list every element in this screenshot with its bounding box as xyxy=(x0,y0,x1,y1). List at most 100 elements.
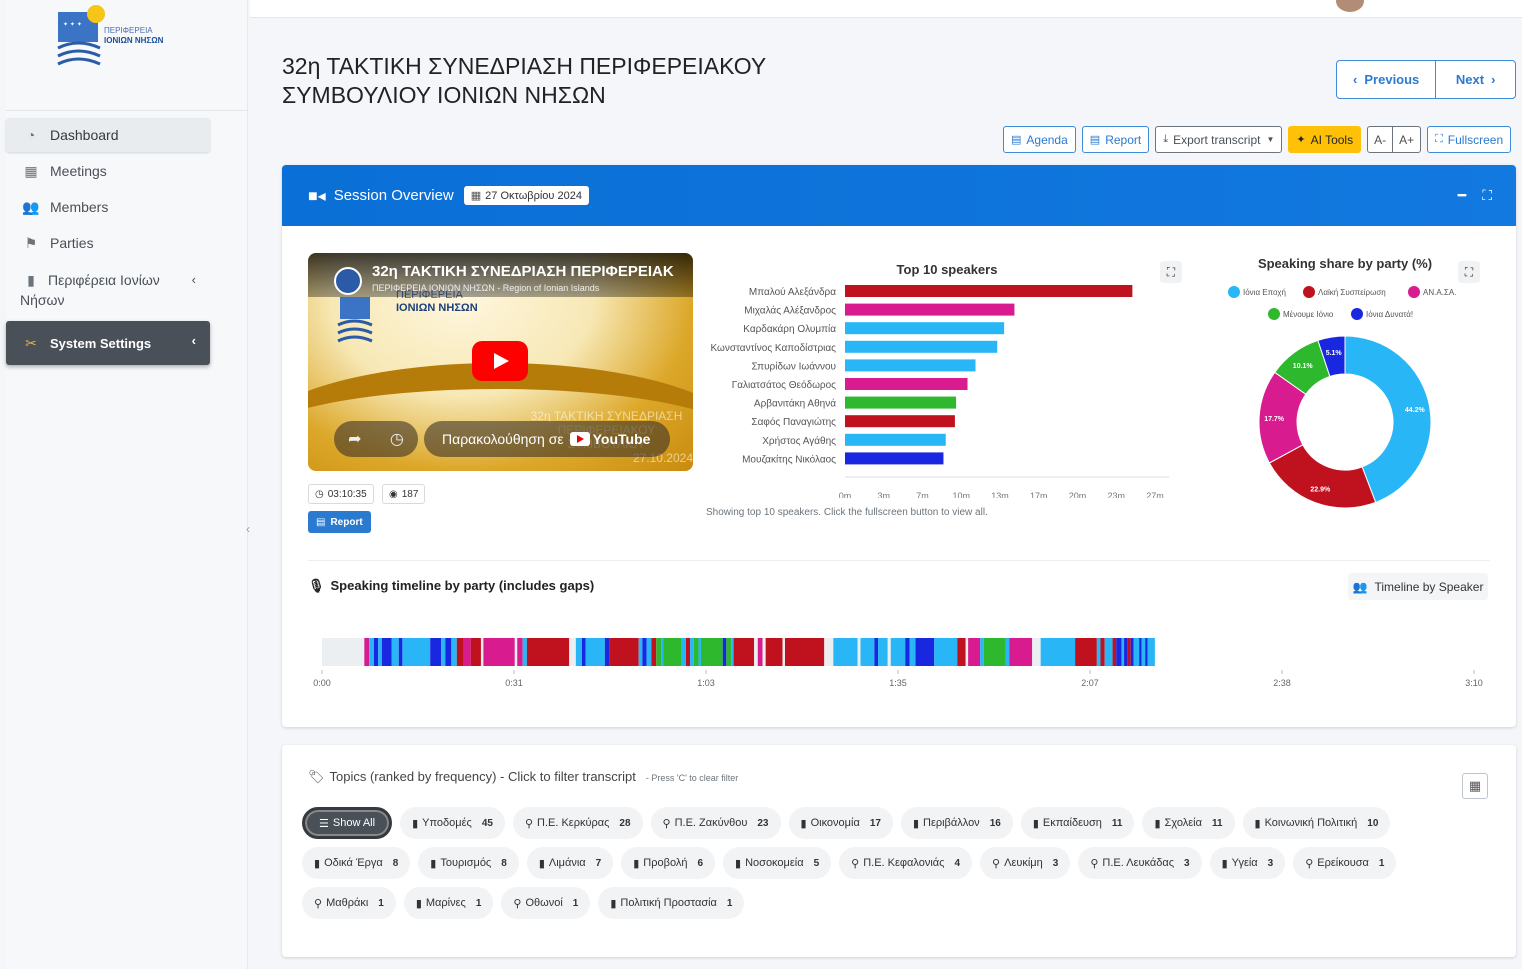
chip-label: Π.Ε. Λευκάδας xyxy=(1102,857,1175,869)
channel-avatar[interactable] xyxy=(334,267,362,295)
ai-tools-label: AI Tools xyxy=(1310,132,1354,147)
logo-line-1: ΠΕΡΙΦΕΡΕΙΑ xyxy=(104,26,153,35)
timeline-by-speaker-button[interactable]: 👥 Timeline by Speaker xyxy=(1348,573,1488,600)
duration-value: 03:10:35 xyxy=(327,488,367,500)
timeline-segment xyxy=(480,638,484,666)
video-report-button[interactable]: ▤ Report xyxy=(308,511,371,533)
sidebar-item-members[interactable]: 👥 Members xyxy=(6,190,210,224)
topic-chip[interactable]: ▮ Οδικά Έργα 8 xyxy=(302,847,411,879)
topic-chip[interactable]: ⚲ Π.Ε. Λευκάδας 3 xyxy=(1078,847,1202,879)
chip-label: Σχολεία xyxy=(1164,817,1202,829)
topic-chip[interactable]: ▮ Πολιτική Προστασία 1 xyxy=(598,887,745,919)
chip-count: 11 xyxy=(1111,817,1123,829)
slice-label: 17.7% xyxy=(1264,416,1285,423)
session-overview-title: Session Overview xyxy=(333,187,454,204)
bookmark-icon: ▮ xyxy=(633,857,640,870)
top-navbar xyxy=(250,0,1522,18)
clock-icon[interactable]: ◷ xyxy=(390,429,404,449)
chip-count: 10 xyxy=(1367,817,1379,829)
sidebar-item-system-settings[interactable]: ✂ System Settings ‹ xyxy=(6,321,210,365)
timeline-segment xyxy=(681,638,686,666)
topic-chip[interactable]: ⚲ Π.Ε. Κεφαλονιάς 4 xyxy=(839,847,973,879)
chip-count: 3 xyxy=(1267,857,1274,869)
topic-chip[interactable]: ▮ Κοινωνική Πολιτική 10 xyxy=(1242,807,1391,839)
timeline-segment xyxy=(957,638,966,666)
dashboard-icon: ◔ xyxy=(26,127,36,143)
video-embed[interactable]: ΠΕΡΙΦΕΡΕΙΑ ΙΟΝΙΩΝ ΝΗΣΩΝ 32η ΤΑΚΤΙΚΗ ΣΥΝΕ… xyxy=(308,253,693,471)
topic-chip[interactable]: ⚲ Οθωνοί 1 xyxy=(501,887,591,919)
topic-chip[interactable]: ▮ Λιμάνια 7 xyxy=(526,847,614,879)
timeline-segment xyxy=(663,638,682,666)
timeline-segment xyxy=(685,638,691,666)
views-badge: ◉ 187 xyxy=(382,484,426,504)
timeline-segment xyxy=(651,638,657,666)
sidebar-item-parties[interactable]: ⚑ Parties xyxy=(6,226,210,260)
topic-chip[interactable]: ▮ Εκπαίδευση 11 xyxy=(1020,807,1135,839)
agenda-button[interactable]: ▤ Agenda xyxy=(1003,126,1076,153)
topic-chip[interactable]: ▮ Μαρίνες 1 xyxy=(403,887,494,919)
topic-chip[interactable]: ▮ Οικονομία 17 xyxy=(788,807,893,839)
session-pager: ‹ Previous Next › xyxy=(1336,60,1516,99)
pin-icon: ⚲ xyxy=(524,817,533,830)
chevron-left-icon: ‹ xyxy=(191,272,196,287)
legend-label: Λαϊκή Συσπείρωση xyxy=(1318,288,1386,297)
sidebar-collapse-handle[interactable]: ‹ xyxy=(246,522,250,536)
maximize-icon[interactable]: ⛶ xyxy=(1482,187,1492,204)
previous-button[interactable]: ‹ Previous xyxy=(1337,61,1437,98)
topic-chip[interactable]: ▮ Υγεία 3 xyxy=(1209,847,1286,879)
play-button[interactable] xyxy=(472,341,528,381)
fullscreen-button[interactable]: ⛶ Fullscreen xyxy=(1427,126,1512,153)
timeline-segment xyxy=(980,638,984,666)
timeline-segment xyxy=(833,638,858,666)
video-title[interactable]: 32η ΤΑΚΤΙΚΗ ΣΥΝΕΔΡΙΑΣΗ ΠΕΡΙΦΕΡΕΙΑΚ xyxy=(372,263,690,280)
grid-view-button[interactable]: ▦ xyxy=(1462,773,1488,799)
chip-label: Π.Ε. Κερκύρας xyxy=(537,817,610,829)
topic-chip[interactable]: ▮ Προβολή 6 xyxy=(621,847,716,879)
timeline-segment xyxy=(965,638,969,666)
sidebar-item-dashboard[interactable]: ◔ Dashboard xyxy=(6,118,210,152)
video-channel: ΠΕΡΙΦΕΡΕΙΑ ΙΟΝΙΩΝ ΝΗΣΩΝ - Region of Ioni… xyxy=(372,283,600,293)
share-icon[interactable]: ➦ xyxy=(348,429,361,449)
chip-label: Πολιτική Προστασία xyxy=(620,897,717,909)
watch-on-youtube-button[interactable]: Παρακολούθηση σε YouTube xyxy=(424,421,670,457)
x-tick-label: 10m xyxy=(952,491,970,498)
download-icon: ⤓ xyxy=(1163,133,1169,145)
topic-chip[interactable]: ⚲ Ερείκουσα 1 xyxy=(1293,847,1397,879)
eye-icon: ◉ xyxy=(389,488,398,500)
timeline-segment xyxy=(1009,638,1033,666)
timeline-segment xyxy=(857,638,861,666)
speaking-timeline[interactable]: 0:00 0:31 1:03 1:35 2:07 2:38 3:10 xyxy=(308,630,1508,700)
timeline-tick-label: 3:10 xyxy=(1465,678,1483,688)
topic-chip[interactable]: ⚲ Π.Ε. Κερκύρας 28 xyxy=(512,807,643,839)
topic-chip[interactable]: ▮ Τουρισμός 8 xyxy=(418,847,519,879)
sidebar-item-region[interactable]: ▮ Περιφέρεια Ιονίων Νήσων ‹ xyxy=(6,262,210,308)
font-decrease-button[interactable]: A- xyxy=(1367,126,1394,153)
expand-party-chart-button[interactable]: ⛶ xyxy=(1458,261,1480,283)
chip-label: Τουρισμός xyxy=(440,857,492,869)
topic-chip[interactable]: ▮ Σχολεία 11 xyxy=(1142,807,1235,839)
legend-swatch xyxy=(1228,286,1240,298)
top-speakers-chart: Top 10 speakers Μπαλού Αλεξάνδρα Μιχαλάς Α… xyxy=(710,262,1169,498)
topic-chip[interactable]: ⚲ Λευκίμη 3 xyxy=(980,847,1071,879)
timeline-segment xyxy=(1147,638,1155,666)
export-transcript-dropdown[interactable]: ⤓ Export transcript ▼ xyxy=(1155,126,1283,153)
pin-icon: ⚲ xyxy=(1305,857,1314,870)
topic-chip[interactable]: ▮ Νοσοκομεία 5 xyxy=(723,847,832,879)
topic-chip-show-all[interactable]: ☰ Show All xyxy=(302,807,393,839)
expand-speakers-chart-button[interactable]: ⛶ xyxy=(1160,261,1182,283)
sidebar-item-meetings[interactable]: ▦ Meetings xyxy=(6,154,210,188)
topic-chip[interactable]: ▮ Υποδομές 45 xyxy=(400,807,505,839)
next-button[interactable]: Next › xyxy=(1436,61,1515,98)
youtube-label: YouTube xyxy=(592,431,651,447)
topic-chip[interactable]: ⚲ Μαθράκι 1 xyxy=(302,887,396,919)
file-icon: ▤ xyxy=(1011,134,1022,146)
bar xyxy=(845,378,968,390)
font-increase-button[interactable]: A+ xyxy=(1393,126,1422,153)
topic-chip[interactable]: ⚲ Π.Ε. Ζακύνθου 23 xyxy=(650,807,781,839)
report-button[interactable]: ▤ Report xyxy=(1081,126,1150,153)
topic-chip[interactable]: ▮ Περιβάλλον 16 xyxy=(900,807,1013,839)
timeline-segment xyxy=(1032,638,1041,666)
collapse-icon[interactable]: ━ xyxy=(1458,187,1466,204)
ai-tools-button[interactable]: ✦ AI Tools xyxy=(1288,126,1362,153)
timeline-tick-label: 0:00 xyxy=(313,678,331,688)
